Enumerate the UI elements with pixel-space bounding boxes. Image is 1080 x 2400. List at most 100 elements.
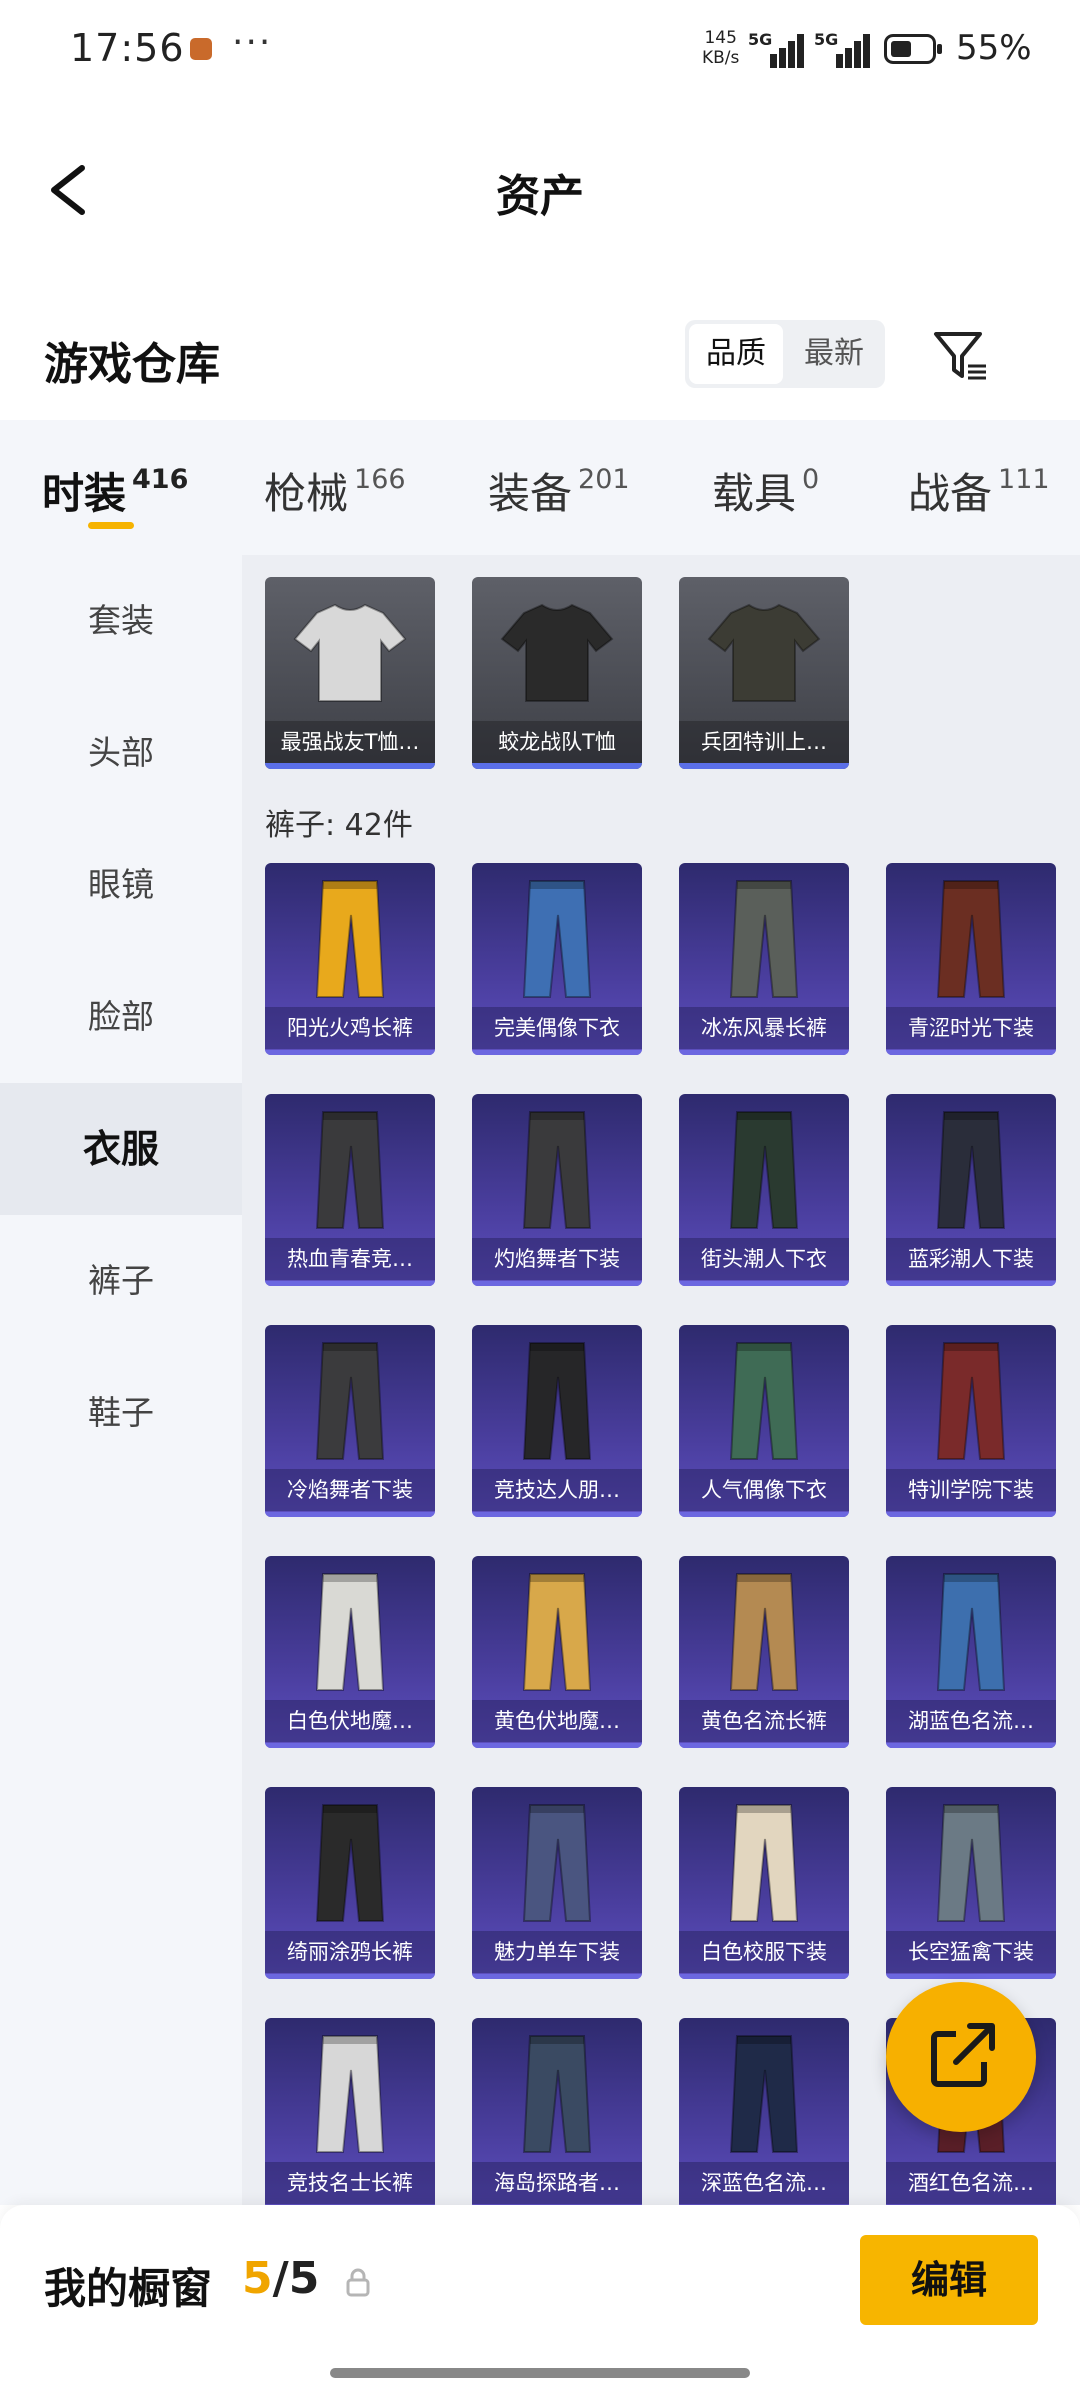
tab-supplies[interactable]: 战备 111 — [908, 460, 1050, 521]
item-name: 完美偶像下衣 — [472, 1007, 642, 1049]
item-name: 白色伏地魔… — [265, 1700, 435, 1742]
top-item-card[interactable]: 最强战友T恤… — [265, 577, 435, 769]
pants-item-card[interactable]: 海岛探路者… — [472, 2018, 642, 2205]
warehouse-header: 游戏仓库 品质 最新 — [0, 320, 1080, 400]
share-button[interactable] — [886, 1982, 1036, 2132]
pants-item-card[interactable]: 人气偶像下衣 — [679, 1325, 849, 1517]
pants-item-card[interactable]: 完美偶像下衣 — [472, 863, 642, 1055]
sidebar-item-suits[interactable]: 套装 — [0, 555, 242, 687]
pants-item-card[interactable]: 热血青春竞… — [265, 1094, 435, 1286]
item-image — [315, 1111, 385, 1229]
lock-icon — [346, 2268, 370, 2297]
net-speed-unit: KB/s — [702, 48, 740, 68]
item-name: 最强战友T恤… — [265, 721, 435, 763]
item-image — [315, 1573, 385, 1691]
top-nav: 资产 — [0, 130, 1080, 250]
item-image — [936, 1573, 1006, 1691]
item-image — [522, 1111, 592, 1229]
category-tabs: 时装 416 枪械 166 装备 201 载具 0 战备 111 — [0, 420, 1080, 555]
item-image — [936, 1804, 1006, 1922]
item-name: 黄色伏地魔… — [472, 1700, 642, 1742]
item-name: 绮丽涂鸦长裤 — [265, 1931, 435, 1973]
sidebar-item-clothes[interactable]: 衣服 — [0, 1083, 242, 1215]
pants-item-card[interactable]: 绮丽涂鸦长裤 — [265, 1787, 435, 1979]
pants-item-card[interactable]: 冰冻风暴长裤 — [679, 863, 849, 1055]
battery-icon — [884, 34, 942, 64]
pants-item-card[interactable]: 蓝彩潮人下装 — [886, 1094, 1056, 1286]
app-notification-icon — [190, 38, 212, 60]
pants-item-card[interactable]: 阳光火鸡长裤 — [265, 863, 435, 1055]
pants-item-card[interactable]: 街头潮人下衣 — [679, 1094, 849, 1286]
pants-item-card[interactable]: 长空猛禽下装 — [886, 1787, 1056, 1979]
item-image — [729, 880, 799, 998]
pants-item-card[interactable]: 湖蓝色名流… — [886, 1556, 1056, 1748]
sidebar-item-glasses[interactable]: 眼镜 — [0, 819, 242, 951]
item-name: 蓝彩潮人下装 — [886, 1238, 1056, 1280]
pants-item-card[interactable]: 特训学院下装 — [886, 1325, 1056, 1517]
pants-item-card[interactable]: 深蓝色名流… — [679, 2018, 849, 2205]
pants-item-card[interactable]: 灼焰舞者下装 — [472, 1094, 642, 1286]
showcase-label: 我的橱窗 — [44, 2264, 213, 2313]
item-name: 冰冻风暴长裤 — [679, 1007, 849, 1049]
item-image — [729, 1111, 799, 1229]
net-speed: 145 KB/s — [702, 28, 739, 68]
sort-quality-button[interactable]: 品质 — [689, 324, 783, 384]
sort-newest-button[interactable]: 最新 — [787, 324, 881, 384]
item-name: 魅力单车下装 — [472, 1931, 642, 1973]
item-image — [315, 2035, 385, 2153]
pants-item-card[interactable]: 冷焰舞者下装 — [265, 1325, 435, 1517]
active-tab-indicator — [88, 522, 134, 529]
item-image — [936, 880, 1006, 998]
item-name: 竞技达人朋… — [472, 1469, 642, 1511]
pants-item-card[interactable]: 白色校服下装 — [679, 1787, 849, 1979]
showcase-count: 5/5 — [242, 2253, 320, 2304]
item-name: 街头潮人下衣 — [679, 1238, 849, 1280]
sidebar-item-head[interactable]: 头部 — [0, 687, 242, 819]
item-image — [522, 1573, 592, 1691]
item-image — [522, 1804, 592, 1922]
pants-item-card[interactable]: 竞技名士长裤 — [265, 2018, 435, 2205]
item-name: 竞技名士长裤 — [265, 2162, 435, 2204]
sidebar: 套装 头部 眼镜 脸部 衣服 裤子 鞋子 — [0, 555, 242, 2205]
tab-fashion[interactable]: 时装 416 — [42, 460, 188, 521]
pants-item-card[interactable]: 黄色伏地魔… — [472, 1556, 642, 1748]
pants-item-card[interactable]: 白色伏地魔… — [265, 1556, 435, 1748]
edit-button[interactable]: 编辑 — [860, 2235, 1038, 2325]
item-name: 深蓝色名流… — [679, 2162, 849, 2204]
item-image — [729, 2035, 799, 2153]
item-name: 酒红色名流… — [886, 2162, 1056, 2204]
pants-count-header: 裤子: 42件 — [265, 808, 413, 843]
item-image — [522, 880, 592, 998]
item-image — [293, 603, 407, 702]
item-name: 白色校服下装 — [679, 1931, 849, 1973]
battery-percent: 55% — [956, 28, 1032, 68]
pants-item-card[interactable]: 魅力单车下装 — [472, 1787, 642, 1979]
item-name: 热血青春竞… — [265, 1238, 435, 1280]
tab-guns[interactable]: 枪械 166 — [264, 460, 406, 521]
item-image — [500, 603, 614, 702]
item-name: 兵团特训上… — [679, 721, 849, 763]
more-notifications-icon: ··· — [232, 22, 273, 63]
item-image — [936, 1342, 1006, 1460]
filter-icon[interactable] — [930, 326, 990, 386]
item-name: 黄色名流长裤 — [679, 1700, 849, 1742]
tab-vehicles[interactable]: 载具 0 — [712, 460, 819, 521]
item-name: 阳光火鸡长裤 — [265, 1007, 435, 1049]
top-item-card[interactable]: 兵团特训上… — [679, 577, 849, 769]
item-name: 灼焰舞者下装 — [472, 1238, 642, 1280]
item-image — [315, 1342, 385, 1460]
sidebar-item-face[interactable]: 脸部 — [0, 951, 242, 1083]
pants-item-card[interactable]: 竞技达人朋… — [472, 1325, 642, 1517]
section-title: 游戏仓库 — [44, 339, 220, 390]
item-image — [707, 603, 821, 702]
pants-item-card[interactable]: 黄色名流长裤 — [679, 1556, 849, 1748]
tab-equipment[interactable]: 装备 201 — [488, 460, 630, 521]
pants-item-card[interactable]: 青涩时光下装 — [886, 863, 1056, 1055]
sidebar-item-pants[interactable]: 裤子 — [0, 1215, 242, 1347]
sidebar-item-shoes[interactable]: 鞋子 — [0, 1347, 242, 1479]
top-item-card[interactable]: 蛟龙战队T恤 — [472, 577, 642, 769]
item-image — [729, 1342, 799, 1460]
item-name: 青涩时光下装 — [886, 1007, 1056, 1049]
status-time: 17:56 — [70, 26, 185, 70]
item-name: 特训学院下装 — [886, 1469, 1056, 1511]
